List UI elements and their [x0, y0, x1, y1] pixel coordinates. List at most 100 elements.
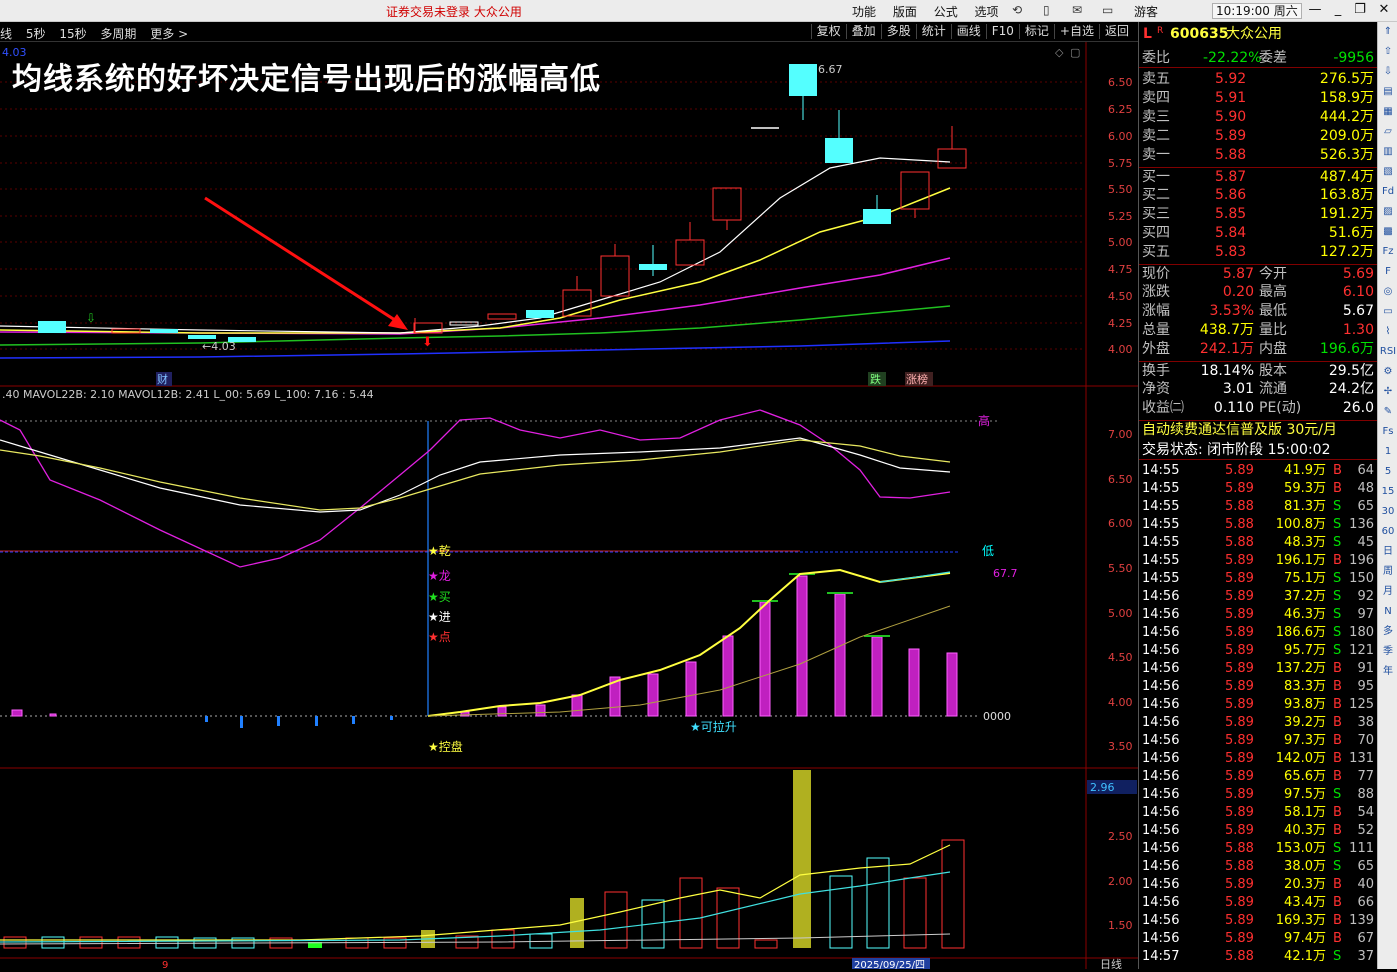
kline-chart-svg[interactable]: 6.50 6.25 6.00 5.75 5.50 5.25 5.00 4.75 …	[0, 42, 1138, 971]
line-chart-icon[interactable]: ⌇	[1378, 322, 1397, 342]
tick-row[interactable]: 14:56 5.89 37.2万 S 92	[1139, 588, 1378, 606]
close-icon[interactable]: ✕	[1376, 2, 1392, 18]
ad-banner[interactable]: 自动续费通达信普及版 30元/月	[1139, 420, 1378, 439]
btn-stats[interactable]: 统计	[915, 24, 951, 39]
refresh-icon[interactable]: ⟲	[1012, 3, 1022, 17]
tick-row[interactable]: 14:56 5.89 186.6万 S 180	[1139, 624, 1378, 642]
period-60m[interactable]: 60	[1378, 522, 1397, 542]
grid-icon[interactable]: ▩	[1378, 222, 1397, 242]
login-warning[interactable]: 证券交易未登录 大众公用	[386, 3, 522, 20]
tick-row[interactable]: 14:56 5.89 97.4万 B 67	[1139, 930, 1378, 948]
list-icon[interactable]: ▦	[1378, 102, 1397, 122]
period-n[interactable]: N	[1378, 602, 1397, 622]
tick-row[interactable]: 14:56 5.89 20.3万 B 40	[1139, 876, 1378, 894]
btn-draw[interactable]: 画线	[950, 24, 986, 39]
target-icon[interactable]: ◎	[1378, 282, 1397, 302]
minimize-icon[interactable]: —	[1307, 2, 1323, 18]
bid-row[interactable]: 买一 5.87 487.4万	[1139, 167, 1378, 186]
fs-icon[interactable]: Fs	[1378, 422, 1397, 442]
period-5s[interactable]: 5秒	[26, 27, 46, 41]
ask-row[interactable]: 卖二 5.89 209.0万	[1139, 127, 1378, 146]
tick-row[interactable]: 14:56 5.89 83.3万 B 95	[1139, 678, 1378, 696]
cross-icon[interactable]: ✢	[1378, 382, 1397, 402]
tick-row[interactable]: 14:56 5.89 97.3万 B 70	[1139, 732, 1378, 750]
scroll-up-icon[interactable]: ⇑	[1378, 22, 1397, 42]
menu-function[interactable]: 功能	[852, 5, 876, 19]
ask-row[interactable]: 卖三 5.90 444.2万	[1139, 108, 1378, 127]
fund-icon[interactable]: Fd	[1378, 182, 1397, 202]
tick-row[interactable]: 14:55 5.89 75.1万 S 150	[1139, 570, 1378, 588]
candle-icon[interactable]: ▥	[1378, 142, 1397, 162]
ask-row[interactable]: 卖五 5.92 276.5万	[1139, 70, 1378, 89]
period-multi[interactable]: 多	[1378, 622, 1397, 642]
tick-row[interactable]: 14:56 5.89 97.5万 S 88	[1139, 786, 1378, 804]
tick-row[interactable]: 14:56 5.88 153.0万 S 111	[1139, 840, 1378, 858]
btn-adjust[interactable]: 复权	[810, 24, 846, 39]
tick-row[interactable]: 14:56 5.89 46.3万 S 97	[1139, 606, 1378, 624]
btn-back[interactable]: 返回	[1098, 24, 1134, 39]
report-icon[interactable]: ▤	[1378, 82, 1397, 102]
stock-header[interactable]: L R 600635 大众公用	[1139, 24, 1378, 46]
period-month[interactable]: 月	[1378, 582, 1397, 602]
tick-row[interactable]: 14:57 5.88 42.1万 S 37	[1139, 948, 1378, 966]
guest-user[interactable]: 游客	[1134, 3, 1158, 20]
tick-row[interactable]: 14:55 5.88 81.3万 S 65	[1139, 498, 1378, 516]
rsi-icon[interactable]: RSI	[1378, 342, 1397, 362]
tick-row[interactable]: 14:55 5.88 100.8万 S 136	[1139, 516, 1378, 534]
arrow-down-icon[interactable]: ⇩	[1378, 62, 1397, 82]
menu-formula[interactable]: 公式	[934, 5, 958, 19]
tick-row[interactable]: 14:56 5.89 43.4万 B 66	[1139, 894, 1378, 912]
btn-f10[interactable]: F10	[985, 24, 1019, 39]
period-line[interactable]: 线	[0, 27, 12, 41]
phone-icon[interactable]: ▯	[1043, 3, 1050, 17]
menu-options[interactable]: 选项	[975, 5, 999, 19]
ask-row[interactable]: 卖一 5.88 526.3万	[1139, 146, 1378, 165]
btn-mark[interactable]: 标记	[1018, 24, 1054, 39]
period-day[interactable]: 日	[1378, 542, 1397, 562]
period-more[interactable]: 更多 >	[150, 27, 188, 41]
tick-row[interactable]: 14:56 5.89 142.0万 B 131	[1139, 750, 1378, 768]
monitor-icon[interactable]: ▭	[1378, 302, 1397, 322]
ask-row[interactable]: 卖四 5.91 158.9万	[1139, 89, 1378, 108]
bid-row[interactable]: 买五 5.83 127.2万	[1139, 243, 1378, 262]
doc-icon[interactable]: ▨	[1378, 202, 1397, 222]
btn-add-watch[interactable]: +自选	[1053, 24, 1099, 39]
tick-row[interactable]: 14:56 5.89 137.2万 B 91	[1139, 660, 1378, 678]
maximize-icon[interactable]: ❐	[1352, 2, 1368, 18]
arrow-up-icon[interactable]: ⇧	[1378, 42, 1397, 62]
period-week[interactable]: 周	[1378, 562, 1397, 582]
bid-row[interactable]: 买四 5.84 51.6万	[1139, 224, 1378, 243]
tick-row[interactable]: 14:56 5.89 169.3万 B 139	[1139, 912, 1378, 930]
period-30m[interactable]: 30	[1378, 502, 1397, 522]
tick-row[interactable]: 14:55 5.89 41.9万 B 64	[1139, 462, 1378, 480]
tick-row[interactable]: 14:56 5.89 95.7万 S 121	[1139, 642, 1378, 660]
period-1m[interactable]: 1	[1378, 442, 1397, 462]
tick-row[interactable]: 14:56 5.89 40.3万 B 52	[1139, 822, 1378, 840]
tick-row[interactable]: 14:55 5.89 59.3万 B 48	[1139, 480, 1378, 498]
tick-row[interactable]: 14:55 5.88 48.3万 S 45	[1139, 534, 1378, 552]
period-5m[interactable]: 5	[1378, 462, 1397, 482]
pencil-icon[interactable]: ✎	[1378, 402, 1397, 422]
period-multi[interactable]: 多周期	[100, 27, 136, 41]
chart-line-icon[interactable]: ▱	[1378, 122, 1397, 142]
fz-icon[interactable]: Fz	[1378, 242, 1397, 262]
period-15s[interactable]: 15秒	[59, 27, 86, 41]
f10-icon[interactable]: F	[1378, 262, 1397, 282]
tick-row[interactable]: 14:55 5.89 196.1万 B 196	[1139, 552, 1378, 570]
tick-row[interactable]: 14:56 5.89 93.8万 B 125	[1139, 696, 1378, 714]
account-icon[interactable]: ▭	[1102, 3, 1113, 17]
period-quarter[interactable]: 季	[1378, 642, 1397, 662]
period-year[interactable]: 年	[1378, 662, 1397, 682]
mail-icon[interactable]: ✉	[1072, 3, 1082, 17]
tick-row[interactable]: 14:56 5.89 65.6万 B 77	[1139, 768, 1378, 786]
tick-row[interactable]: 14:56 5.88 38.0万 S 65	[1139, 858, 1378, 876]
table-icon[interactable]: ▧	[1378, 162, 1397, 182]
btn-multi-stock[interactable]: 多股	[880, 24, 916, 39]
tick-row[interactable]: 14:56 5.89 39.2万 B 38	[1139, 714, 1378, 732]
btn-overlay[interactable]: 叠加	[845, 24, 881, 39]
minimize-window-icon[interactable]: _	[1330, 2, 1346, 18]
period-15m[interactable]: 15	[1378, 482, 1397, 502]
bid-row[interactable]: 买三 5.85 191.2万	[1139, 205, 1378, 224]
bid-row[interactable]: 买二 5.86 163.8万	[1139, 186, 1378, 205]
chart-area[interactable]: 6.50 6.25 6.00 5.75 5.50 5.25 5.00 4.75 …	[0, 42, 1138, 971]
